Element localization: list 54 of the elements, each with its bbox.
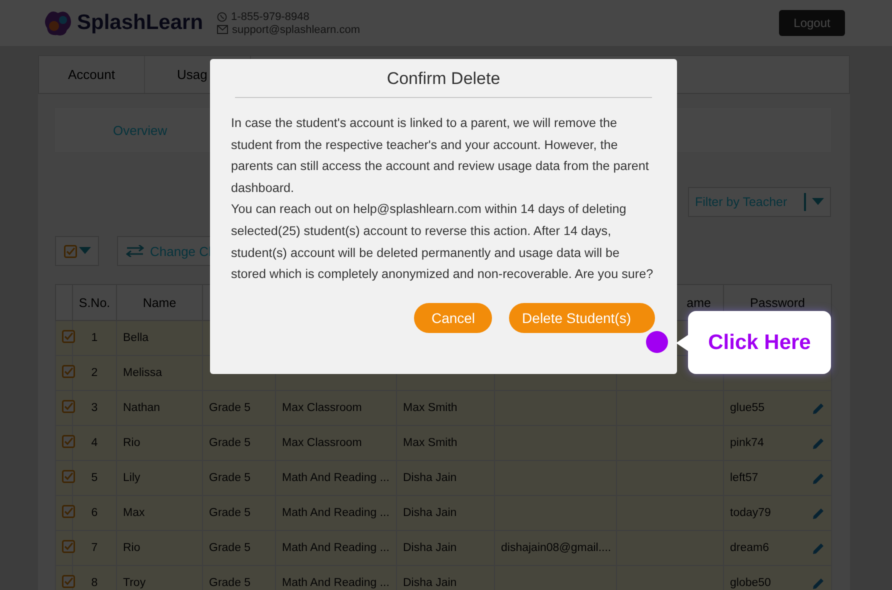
table-cell-text: 3 (91, 402, 98, 414)
table-cell-text: Disha Jain (403, 542, 457, 554)
table-cell-text: Max Classroom (282, 437, 362, 449)
table-cell-text: 6 (91, 507, 98, 519)
table-cell-text: Math And Reading ... (282, 507, 390, 519)
password-text: left57 (730, 472, 758, 484)
table-cell-text: Disha Jain (403, 507, 457, 519)
table-cell-text: Melissa (123, 367, 162, 379)
table-cell-text: 2 (91, 367, 98, 379)
table-cell-text: dishajain08@gmail.... (501, 542, 612, 554)
table-cell-text: Disha Jain (403, 472, 457, 484)
password-text: dream6 (730, 542, 769, 554)
table-cell-text: Troy (123, 577, 146, 589)
callout-text: Click Here (708, 330, 811, 354)
table-cell-text: 1 (91, 332, 98, 344)
table-cell-text: Nathan (123, 402, 160, 414)
table-cell-text: Max Smith (403, 402, 458, 414)
table-cell-text: Grade 5 (209, 577, 251, 589)
table-cell-text: Rio (123, 437, 140, 449)
table-cell-text: Math And Reading ... (282, 577, 390, 589)
logo-text: SplashLearn (77, 11, 204, 35)
dialog-message: You can reach out on help@splashlearn.com within 14 days of deleting selected(25) student(s) account to reverse this action. After 14 days, student(s) account will be deleted permanently and usage data will be stored which is completely anonymized and non-recoverable. Are you sure? (231, 201, 654, 284)
table-cell-text: Grade 5 (209, 437, 251, 449)
table-cell-text: Bella (123, 332, 149, 344)
delete-students-button[interactable]: Delete Student(s) (509, 302, 655, 333)
table-cell-text: Math And Reading ... (282, 542, 390, 554)
table-cell-text: 5 (91, 472, 98, 484)
highlight-dot (646, 331, 668, 353)
table-cell-text: Max Classroom (282, 402, 362, 414)
dialog-title: Confirm Delete (235, 59, 652, 98)
table-cell-text: Max Smith (403, 437, 458, 449)
table-cell-text: 7 (91, 542, 98, 554)
table-cell-text: Math And Reading ... (282, 472, 390, 484)
sub-tab[interactable]: Overview (113, 122, 168, 138)
table-cell-text: 8 (91, 577, 98, 589)
table-cell-text: Grade 5 (209, 507, 251, 519)
table-cell-text: Disha Jain (403, 577, 457, 589)
password-text: pink74 (730, 437, 764, 449)
password-text: globe50 (730, 577, 771, 589)
table-cell-text: Max (123, 507, 145, 519)
column-header: Name (142, 296, 176, 310)
column-header: ame (686, 296, 711, 310)
column-header: S.No. (78, 296, 110, 310)
table-cell-text: Lily (123, 472, 140, 484)
dialog-message: In case the student's account is linked to a parent, we will remove the student from the respective teacher's and your account. However, the parents can still access the account and review usage data from the parent dashboard. (231, 115, 650, 197)
table-cell-text: Grade 5 (209, 472, 251, 484)
password-text: today79 (730, 507, 771, 519)
table-cell-text: Rio (123, 542, 140, 554)
password-text: glue55 (730, 402, 765, 414)
cancel-button[interactable]: Cancel (414, 302, 492, 333)
table-cell-text: 4 (91, 437, 98, 449)
column-header: Password (750, 296, 805, 310)
table-cell-text: Grade 5 (209, 402, 251, 414)
table-cell-text: Grade 5 (209, 542, 251, 554)
